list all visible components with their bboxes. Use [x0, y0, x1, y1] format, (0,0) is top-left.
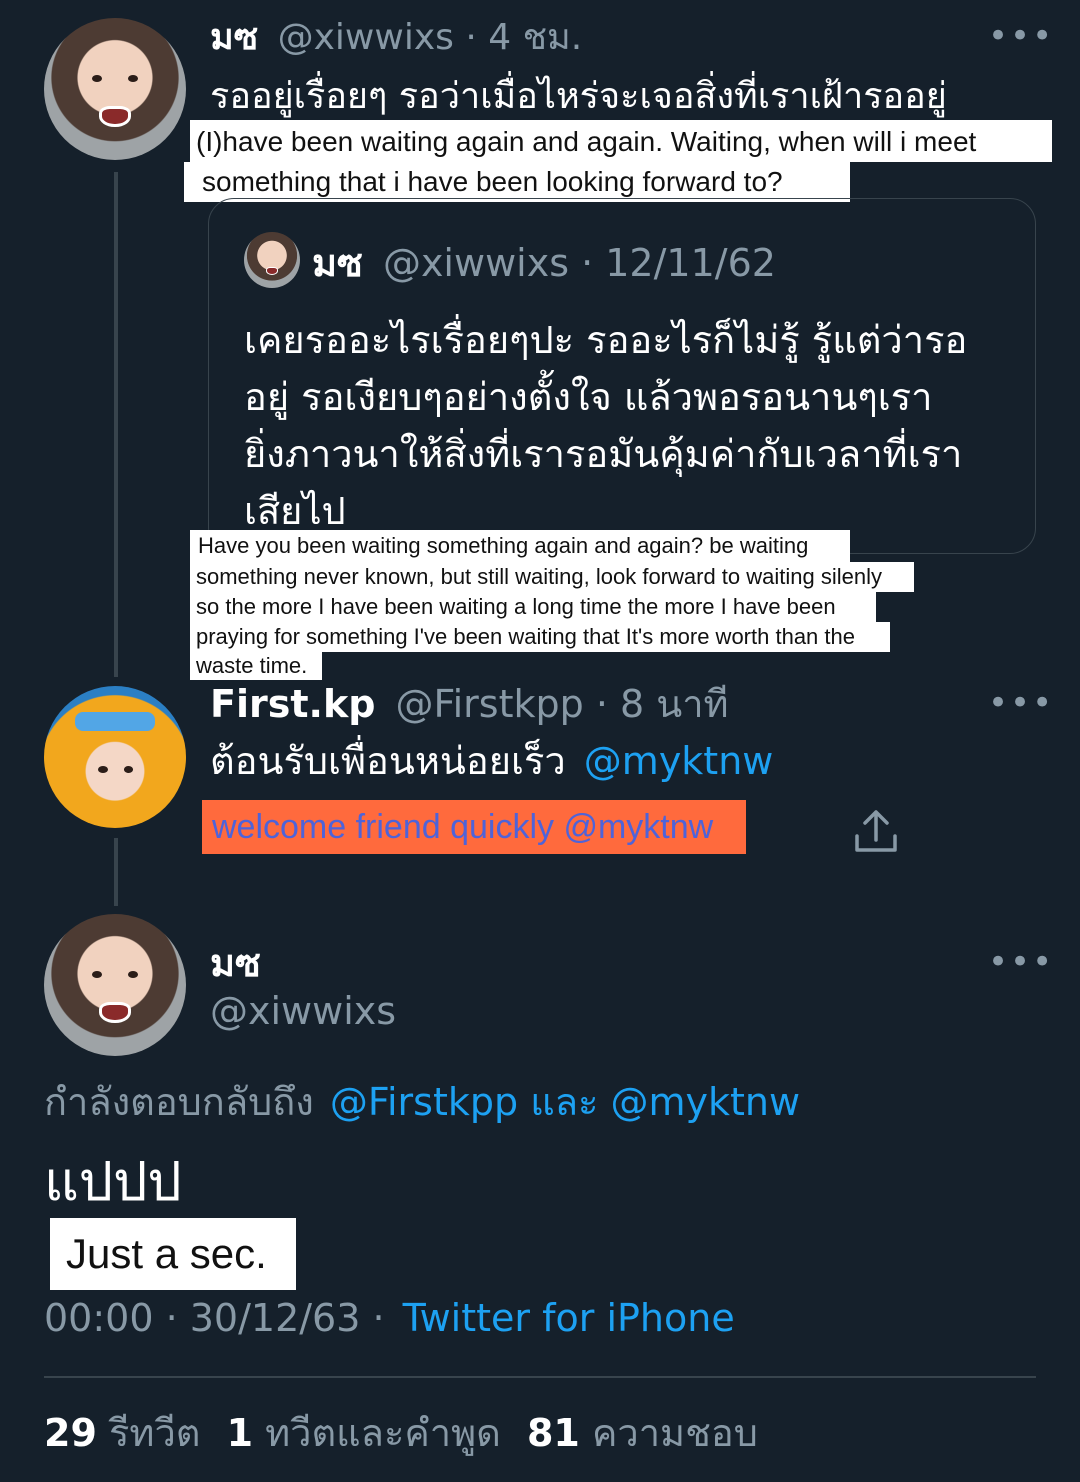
likes-label: ความชอบ — [591, 1411, 758, 1455]
quoted-translation-line: something never known, but still waiting… — [190, 562, 914, 592]
tweet1-text: รออยู่เรื่อยๆ รอว่าเมื่อไหร่จะเจอสิ่งที่… — [210, 76, 947, 117]
tweet2-time[interactable]: · 8 นาที — [596, 682, 729, 726]
retweets-count: 29 — [44, 1411, 97, 1455]
tweet2-more-icon[interactable]: ••• — [988, 686, 1054, 720]
tweet3-meta: 00:00 · 30/12/63 · Twitter for iPhone — [44, 1294, 735, 1342]
avatar-xiwwixs-quoted[interactable] — [244, 232, 300, 288]
tweet3-source[interactable]: Twitter for iPhone — [403, 1296, 735, 1340]
quoted-handle: @xiwwixs — [382, 241, 569, 285]
quoted-date: · 12/11/62 — [581, 241, 776, 285]
divider — [44, 1376, 1036, 1378]
tweet1-header: มซ @xiwwixs · 4 ชม. — [210, 16, 582, 60]
tweet1-more-icon[interactable]: ••• — [988, 19, 1054, 53]
retweets-stat[interactable]: 29 รีทวีต — [44, 1411, 213, 1455]
quoted-header: มซ @xiwwixs · 12/11/62 — [312, 240, 776, 286]
quotes-count: 1 — [226, 1411, 254, 1455]
quoted-text-line: เคยรออะไรเรื่อยๆปะ รออะไรก็ไม่รู้ รู้แต่… — [244, 318, 968, 362]
tweet2-text-row: ต้อนรับเพื่อนหน่อยเร็ว @myktnw — [210, 736, 773, 786]
quoted-text: เคยรออะไรเรื่อยๆปะ รออะไรก็ไม่รู้ รู้แต่… — [244, 312, 967, 540]
quotes-stat[interactable]: 1 ทวีตและคำพูด — [227, 1411, 513, 1455]
avatar-firstkpp[interactable] — [44, 686, 186, 828]
share-icon[interactable] — [852, 808, 900, 856]
tweet1-display-name[interactable]: มซ — [210, 17, 258, 58]
tweet3-display-name[interactable]: มซ — [210, 940, 261, 986]
avatar-xiwwixs-main[interactable] — [44, 914, 186, 1056]
reply-user-myktnw[interactable]: @myktnw — [611, 1080, 801, 1124]
tweet3-timestamp: 00:00 · 30/12/63 · — [44, 1296, 385, 1340]
tweet2-display-name[interactable]: First.kp — [210, 682, 375, 726]
tweet3-handle[interactable]: @xiwwixs — [210, 988, 396, 1034]
quoted-translation-line: praying for something I've been waiting … — [190, 622, 890, 652]
quoted-translation-line: waste time. — [190, 652, 322, 680]
tweet2-header: First.kp @Firstkpp · 8 นาที — [210, 680, 729, 728]
tweet3-translation: Just a sec. — [50, 1218, 296, 1290]
quoted-translation-line: Have you been waiting something again an… — [190, 530, 850, 562]
quoted-display-name: มซ — [312, 241, 363, 285]
tweet3-more-icon[interactable]: ••• — [988, 945, 1054, 979]
tweet2-mention[interactable]: @myktnw — [584, 739, 774, 783]
retweets-label: รีทวีต — [108, 1411, 201, 1455]
reply-user-firstkpp[interactable]: @Firstkpp — [330, 1080, 518, 1124]
quoted-text-line: ยิ่งภาวนาให้สิ่งที่เรารอมันคุ้มค่ากับเวล… — [244, 432, 963, 476]
likes-count: 81 — [526, 1411, 580, 1455]
tweet1-translation-line1: (I)have been waiting again and again. Wa… — [190, 120, 1052, 162]
thread-line-1 — [114, 172, 118, 677]
tweet3-text: แปปป — [44, 1150, 182, 1213]
likes-stat[interactable]: 81 ความชอบ — [527, 1411, 758, 1455]
reply-context: กำลังตอบกลับถึง @Firstkpp และ @myktnw — [44, 1078, 800, 1126]
tweet1-time[interactable]: · 4 ชม. — [465, 17, 582, 58]
tweet2-translation: welcome friend quickly @myktnw — [202, 800, 746, 854]
reply-prefix: กำลังตอบกลับถึง — [44, 1080, 314, 1124]
quotes-label: ทวีตและคำพูด — [265, 1411, 501, 1455]
quoted-translation-line: so the more I have been waiting a long t… — [190, 592, 876, 622]
avatar-xiwwixs-1[interactable] — [44, 18, 186, 160]
tweet1-translation-line2: something that i have been looking forwa… — [184, 162, 850, 202]
tweet2-handle[interactable]: @Firstkpp — [396, 682, 584, 726]
thread-line-2 — [114, 838, 118, 906]
quoted-text-line: อยู่ รอเงียบๆอย่างตั้งใจ แล้วพอรอนานๆเรา — [244, 375, 933, 419]
reply-and: และ — [530, 1080, 599, 1124]
stats-bar: 29 รีทวีต 1 ทวีตและคำพูด 81 ความชอบ — [44, 1406, 758, 1460]
tweet2-text: ต้อนรับเพื่อนหน่อยเร็ว — [210, 739, 566, 783]
tweet1-handle[interactable]: @xiwwixs — [278, 17, 454, 58]
